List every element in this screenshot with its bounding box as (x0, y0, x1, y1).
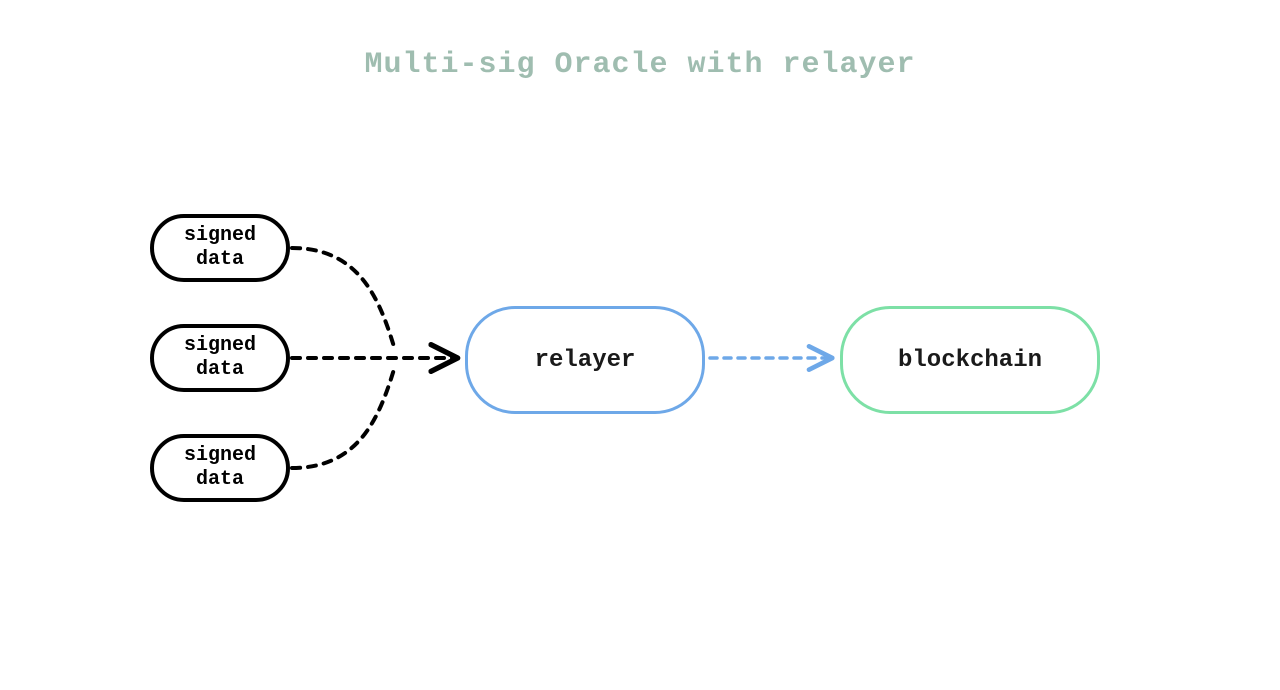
node-signed-data-2-line2: data (196, 358, 244, 381)
node-signed-data-1: signed data (150, 214, 290, 282)
node-signed-data-3-line2: data (196, 468, 244, 491)
node-blockchain-label: blockchain (898, 347, 1042, 374)
node-relayer-label: relayer (535, 347, 636, 374)
node-blockchain: blockchain (840, 306, 1100, 414)
node-signed-data-2-line1: signed (184, 334, 256, 357)
edge-signed3-to-relayer (292, 366, 395, 468)
node-signed-data-1-line1: signed (184, 224, 256, 247)
node-relayer: relayer (465, 306, 705, 414)
edge-signed1-to-relayer (292, 248, 395, 350)
node-signed-data-3-line1: signed (184, 444, 256, 467)
node-signed-data-1-line2: data (196, 248, 244, 271)
diagram-canvas: signed data signed data signed data rela… (0, 0, 1280, 690)
node-signed-data-2: signed data (150, 324, 290, 392)
node-signed-data-3: signed data (150, 434, 290, 502)
